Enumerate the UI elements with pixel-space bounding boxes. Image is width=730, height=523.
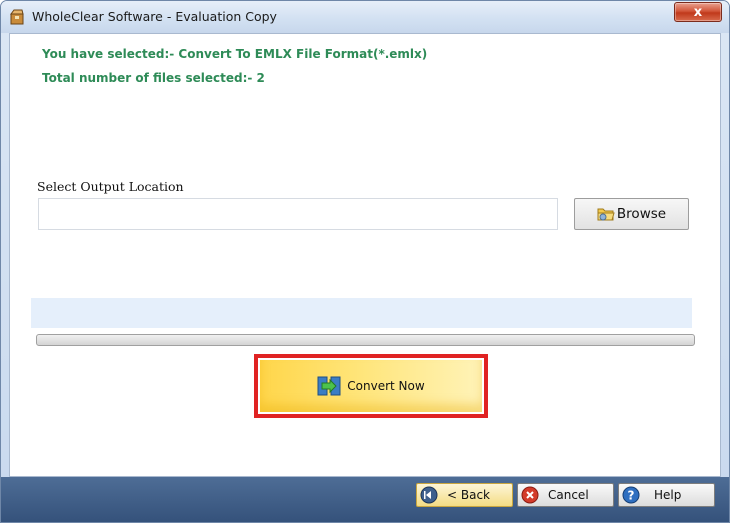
cancel-button[interactable]: Cancel: [517, 483, 614, 507]
back-arrow-icon: [420, 486, 438, 504]
close-icon: x: [693, 4, 703, 20]
status-strip: [31, 298, 692, 328]
convert-arrow-icon: [317, 375, 341, 397]
file-count-text: Total number of files selected:- 2: [42, 71, 265, 85]
close-button[interactable]: x: [674, 2, 722, 22]
cancel-label: Cancel: [548, 488, 589, 502]
svg-text:?: ?: [628, 489, 635, 503]
app-window: WholeClear Software - Evaluation Copy x …: [0, 0, 730, 523]
browse-button[interactable]: Browse: [574, 198, 689, 230]
convert-now-label: Convert Now: [347, 379, 425, 393]
main-panel: You have selected:- Convert To EMLX File…: [9, 33, 721, 477]
help-label: Help: [654, 488, 682, 502]
back-button[interactable]: < Back: [416, 483, 513, 507]
output-location-input[interactable]: [38, 198, 558, 230]
browse-label: Browse: [616, 206, 667, 222]
progress-bar: [36, 334, 695, 346]
help-icon: ?: [622, 486, 640, 504]
help-button[interactable]: ? Help: [618, 483, 715, 507]
cancel-icon: [521, 486, 539, 504]
selected-format-text: You have selected:- Convert To EMLX File…: [42, 47, 428, 61]
title-bar[interactable]: WholeClear Software - Evaluation Copy x: [1, 1, 729, 33]
convert-now-button[interactable]: Convert Now: [260, 360, 482, 412]
software-box-icon: [9, 9, 25, 25]
output-location-label: Select Output Location: [37, 179, 184, 194]
window-title: WholeClear Software - Evaluation Copy: [32, 9, 277, 24]
folder-icon: [597, 206, 615, 222]
back-label: < Back: [447, 488, 491, 502]
convert-highlight-frame: Convert Now: [254, 354, 488, 418]
